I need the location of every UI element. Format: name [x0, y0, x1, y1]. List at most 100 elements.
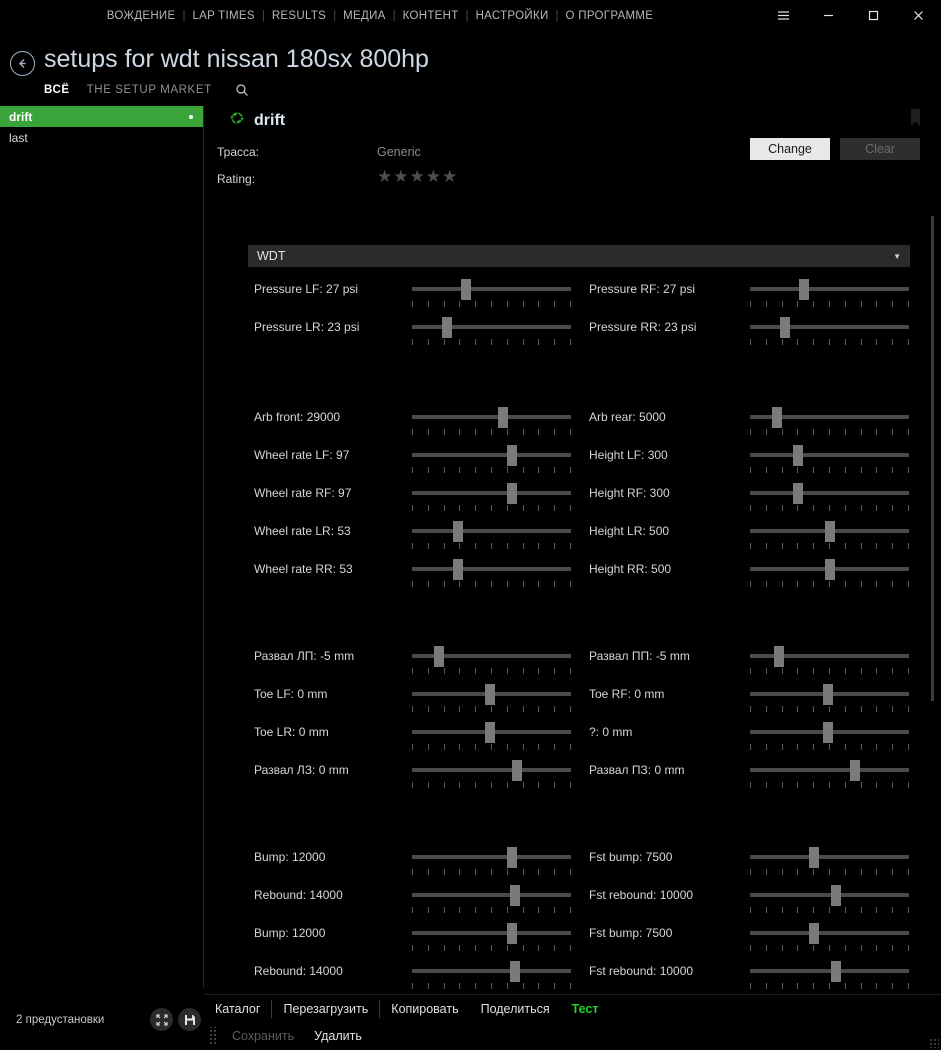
- slider-track[interactable]: [412, 855, 571, 859]
- param-slider[interactable]: [750, 407, 909, 437]
- slider-thumb[interactable]: [773, 646, 784, 667]
- param-slider[interactable]: [412, 646, 571, 676]
- param-slider[interactable]: [750, 684, 909, 714]
- param-slider[interactable]: [412, 847, 571, 877]
- slider-thumb[interactable]: [461, 279, 472, 300]
- slider-track[interactable]: [412, 567, 571, 571]
- slider-thumb[interactable]: [497, 407, 508, 428]
- menu-item-2[interactable]: LAP TIMES: [185, 10, 261, 22]
- param-slider[interactable]: [750, 317, 909, 347]
- sidebar-item-last[interactable]: last: [0, 127, 203, 148]
- param-slider[interactable]: [412, 722, 571, 752]
- param-slider[interactable]: [412, 885, 571, 915]
- slider-thumb[interactable]: [510, 961, 521, 982]
- slider-thumb[interactable]: [824, 559, 835, 580]
- maximize-icon[interactable]: [851, 0, 896, 31]
- hamburger-icon[interactable]: [761, 0, 806, 31]
- bottom-button-4[interactable]: Поделиться: [470, 995, 561, 1023]
- slider-track[interactable]: [750, 969, 909, 973]
- slider-track[interactable]: [750, 325, 909, 329]
- param-slider[interactable]: [412, 961, 571, 991]
- slider-track[interactable]: [750, 287, 909, 291]
- back-arrow-icon[interactable]: [10, 51, 35, 76]
- param-slider[interactable]: [750, 483, 909, 513]
- drag-grip-icon[interactable]: [208, 1027, 218, 1045]
- slider-thumb[interactable]: [507, 445, 518, 466]
- slider-track[interactable]: [412, 893, 571, 897]
- param-slider[interactable]: [412, 445, 571, 475]
- minimize-icon[interactable]: [806, 0, 851, 31]
- slider-track[interactable]: [412, 325, 571, 329]
- close-icon[interactable]: [896, 0, 941, 31]
- collapse-arrows-icon[interactable]: [150, 1008, 173, 1031]
- slider-thumb[interactable]: [484, 684, 495, 705]
- slider-thumb[interactable]: [779, 317, 790, 338]
- slider-thumb[interactable]: [792, 483, 803, 504]
- slider-track[interactable]: [412, 287, 571, 291]
- slider-track[interactable]: [412, 453, 571, 457]
- slider-thumb[interactable]: [484, 722, 495, 743]
- car-select-dropdown[interactable]: WDT ▼: [248, 245, 910, 267]
- param-slider[interactable]: [750, 559, 909, 589]
- slider-track[interactable]: [412, 931, 571, 935]
- slider-thumb[interactable]: [772, 407, 783, 428]
- param-slider[interactable]: [750, 646, 909, 676]
- slider-thumb[interactable]: [808, 923, 819, 944]
- window-resize-grip[interactable]: [929, 1038, 939, 1048]
- param-slider[interactable]: [412, 279, 571, 309]
- slider-track[interactable]: [412, 529, 571, 533]
- param-slider[interactable]: [750, 847, 909, 877]
- slider-track[interactable]: [750, 491, 909, 495]
- tab-all[interactable]: ВСЁ: [44, 84, 70, 96]
- slider-track[interactable]: [750, 855, 909, 859]
- param-slider[interactable]: [750, 760, 909, 790]
- param-slider[interactable]: [412, 684, 571, 714]
- slider-track[interactable]: [412, 969, 571, 973]
- menu-item-1[interactable]: ВОЖДЕНИЕ: [100, 10, 183, 22]
- slider-thumb[interactable]: [434, 646, 445, 667]
- param-slider[interactable]: [412, 483, 571, 513]
- slider-thumb[interactable]: [849, 760, 860, 781]
- bottom-button-2[interactable]: Перезагрузить: [272, 995, 379, 1023]
- slider-thumb[interactable]: [799, 279, 810, 300]
- slider-thumb[interactable]: [441, 317, 452, 338]
- bottom-button-3[interactable]: Копировать: [380, 995, 469, 1023]
- menu-item-3[interactable]: RESULTS: [265, 10, 333, 22]
- slider-thumb[interactable]: [511, 760, 522, 781]
- floppy-disk-icon[interactable]: [178, 1008, 201, 1031]
- param-slider[interactable]: [412, 923, 571, 953]
- slider-thumb[interactable]: [822, 684, 833, 705]
- slider-track[interactable]: [412, 768, 571, 772]
- param-slider[interactable]: [750, 445, 909, 475]
- delete-preset-button[interactable]: Удалить: [304, 1022, 372, 1050]
- slider-thumb[interactable]: [453, 521, 464, 542]
- slider-thumb[interactable]: [507, 923, 518, 944]
- slider-track[interactable]: [750, 453, 909, 457]
- slider-thumb[interactable]: [507, 483, 518, 504]
- slider-thumb[interactable]: [507, 847, 518, 868]
- param-slider[interactable]: [750, 521, 909, 551]
- slider-track[interactable]: [412, 491, 571, 495]
- slider-thumb[interactable]: [792, 445, 803, 466]
- param-slider[interactable]: [750, 885, 909, 915]
- param-slider[interactable]: [750, 923, 909, 953]
- param-slider[interactable]: [412, 559, 571, 589]
- menu-item-7[interactable]: О ПРОГРАММЕ: [559, 10, 661, 22]
- slider-thumb[interactable]: [510, 885, 521, 906]
- slider-thumb[interactable]: [822, 722, 833, 743]
- slider-thumb[interactable]: [830, 961, 841, 982]
- param-slider[interactable]: [412, 317, 571, 347]
- slider-thumb[interactable]: [824, 521, 835, 542]
- bottom-button-1[interactable]: Каталог: [204, 995, 271, 1023]
- sidebar-item-drift[interactable]: drift: [0, 106, 203, 127]
- slider-track[interactable]: [412, 415, 571, 419]
- slider-track[interactable]: [750, 893, 909, 897]
- slider-thumb[interactable]: [830, 885, 841, 906]
- vertical-scrollbar[interactable]: [927, 106, 938, 988]
- rating-stars[interactable]: ★★★★★: [377, 167, 458, 187]
- param-slider[interactable]: [412, 521, 571, 551]
- bottom-button-5[interactable]: Тест: [561, 995, 610, 1023]
- param-slider[interactable]: [412, 407, 571, 437]
- menu-item-4[interactable]: МЕДИА: [336, 10, 392, 22]
- change-button[interactable]: Change: [750, 138, 830, 160]
